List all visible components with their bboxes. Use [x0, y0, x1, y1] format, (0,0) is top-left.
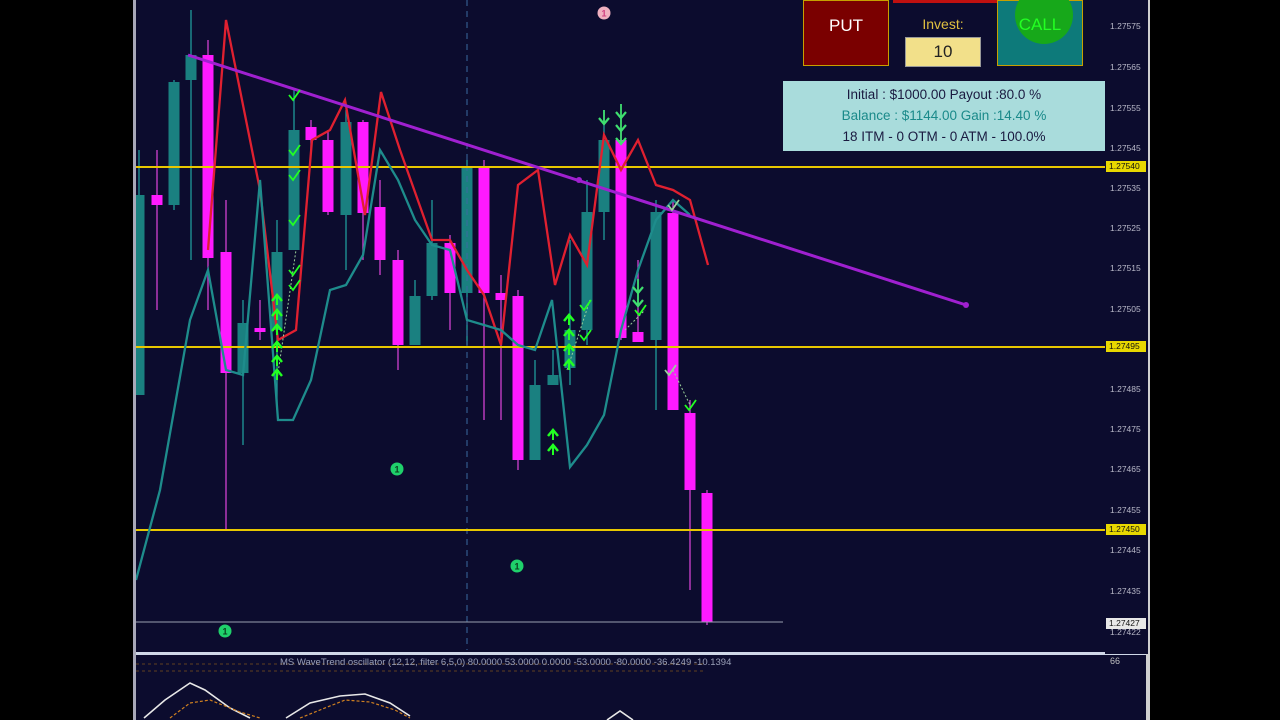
candle-body — [322, 140, 334, 212]
candle-body — [512, 296, 524, 460]
price-tick-label: 1.27575 — [1110, 21, 1141, 31]
candle-body — [151, 195, 163, 205]
price-tick-label: 1.27515 — [1110, 263, 1141, 273]
invest-input[interactable] — [905, 37, 981, 67]
oscillator-wave-line — [285, 693, 411, 719]
price-tick-label: 1.27445 — [1110, 545, 1141, 555]
price-tick-label: 1.27485 — [1110, 384, 1141, 394]
put-button[interactable]: PUT — [803, 0, 889, 66]
candle-body — [136, 195, 145, 395]
call-button-label[interactable]: CALL — [997, 0, 1083, 50]
marker-label: 1 — [394, 465, 399, 475]
candles-group — [136, 10, 713, 625]
red-indicator-line — [206, 19, 710, 346]
candle-body — [409, 296, 421, 345]
current-price-tag: 1.27427 — [1106, 618, 1146, 629]
price-tick-label: 1.27435 — [1110, 586, 1141, 596]
price-tick-label: 1.27475 — [1110, 424, 1141, 434]
marker-label: 1 — [601, 9, 606, 19]
oscillator-signal-line — [299, 699, 411, 719]
candle-body — [684, 413, 696, 490]
candle-body — [632, 332, 644, 342]
trend-line-end — [963, 302, 969, 308]
price-tick-label: 1.27455 — [1110, 505, 1141, 515]
candle-body — [374, 207, 386, 260]
candle-body — [254, 328, 266, 332]
invest-label: Invest: — [922, 16, 964, 32]
price-tick-label: 1.27545 — [1110, 143, 1141, 153]
price-tag-level-3: 1.27450 — [1106, 524, 1146, 535]
candle-body — [478, 168, 490, 293]
oscillator-wave-line — [143, 682, 251, 719]
stats-results: 18 ITM - 0 OTM - 0 ATM - 100.0% — [842, 129, 1046, 144]
trend-line-anchor — [576, 177, 582, 183]
price-axis — [1105, 0, 1148, 654]
candle-body — [547, 375, 559, 385]
oscillator-label: MS WaveTrend oscillator (12,12, filter 6… — [280, 657, 732, 668]
oscillator-axis-value: 66 — [1110, 656, 1121, 666]
price-tick-label: 1.27465 — [1110, 464, 1141, 474]
checkmark-icon — [579, 329, 592, 342]
candle-body — [701, 493, 713, 622]
price-tag-level-2: 1.27495 — [1106, 341, 1146, 352]
marker-label: 1 — [514, 562, 519, 572]
price-tick-label: 1.27505 — [1110, 304, 1141, 314]
candle-body — [392, 260, 404, 345]
candle-body — [667, 213, 679, 410]
candle-body — [598, 140, 610, 212]
candle-body — [340, 122, 352, 215]
candle-body — [426, 243, 438, 296]
stats-panel: Initial : $1000.00 Payout :80.0 % Balanc… — [783, 81, 1105, 151]
price-tick-label: 1.27565 — [1110, 62, 1141, 72]
oscillator-signal-line — [169, 699, 261, 719]
signal-dotted-line — [624, 309, 646, 331]
marker-label: 1 — [222, 627, 227, 637]
stats-initial: Initial : $1000.00 Payout :80.0 % — [846, 87, 1042, 102]
price-tick-label: 1.27535 — [1110, 183, 1141, 193]
price-tag-level-1: 1.27540 — [1106, 161, 1146, 172]
invest-top-bar — [893, 0, 997, 3]
subwindow-separator — [136, 652, 1148, 655]
candle-body — [202, 55, 214, 258]
candle-body — [168, 82, 180, 205]
left-border — [133, 0, 136, 720]
teal-indicator-line — [136, 146, 691, 581]
oscillator-wave-line — [606, 710, 634, 720]
price-tick-label: 1.27525 — [1110, 223, 1141, 233]
stats-balance: Balance : $1144.00 Gain :14.40 % — [841, 108, 1047, 123]
price-tick-label: 1.27555 — [1110, 103, 1141, 113]
candle-body — [529, 385, 541, 460]
checkmark-icon — [288, 264, 301, 277]
checkmark-icon — [634, 304, 647, 317]
